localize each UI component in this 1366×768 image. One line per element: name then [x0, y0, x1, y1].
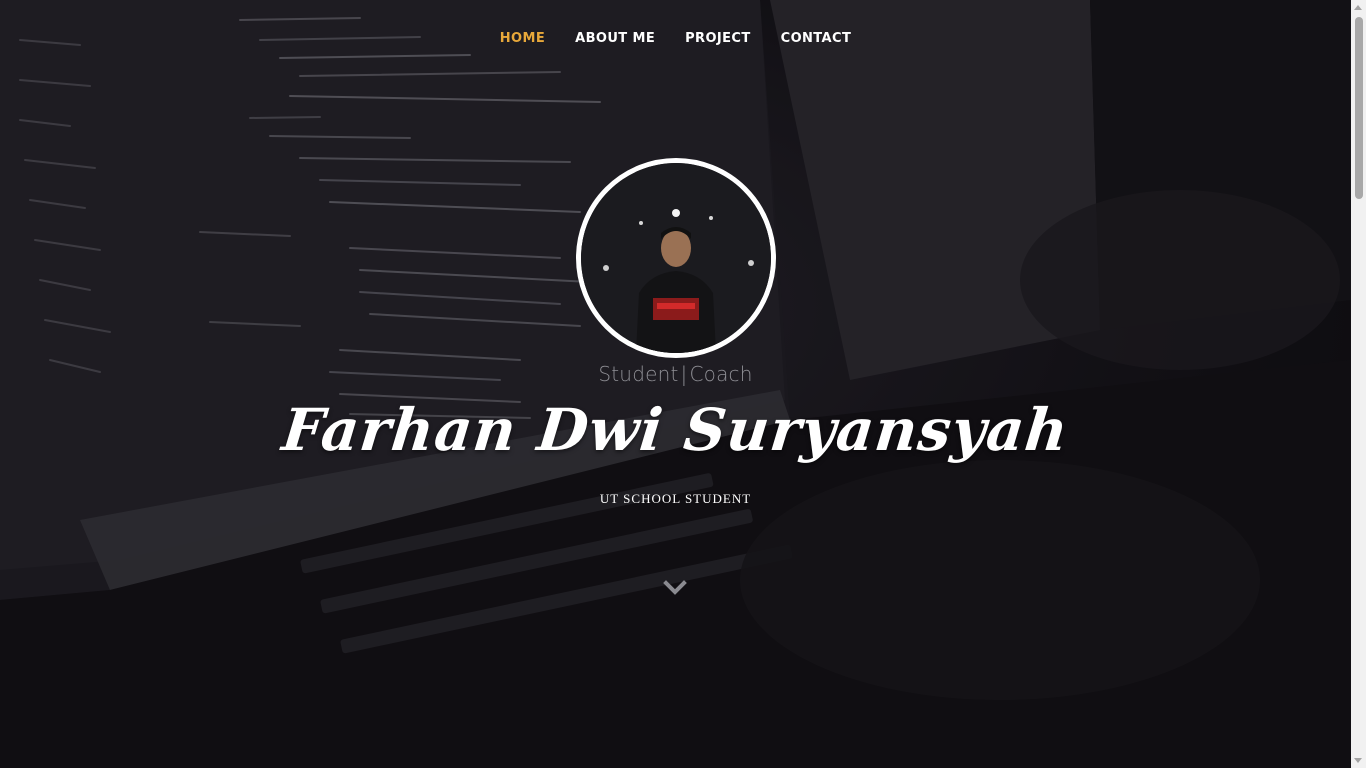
hero-tagline: UT SCHOOL STUDENT [599, 491, 752, 506]
profile-photo [581, 163, 771, 353]
main-nav: HOME ABOUT ME PROJECT CONTACT [0, 30, 1351, 48]
hero-name: Farhan Dwi Suryansyah [278, 396, 1073, 464]
profile-avatar [576, 158, 776, 358]
nav-item-project[interactable]: PROJECT [670, 30, 766, 48]
role-separator: | [680, 362, 688, 386]
nav-item-home[interactable]: HOME [485, 30, 560, 48]
role-coach: Coach [689, 362, 753, 386]
nav-item-about-me[interactable]: ABOUT ME [560, 30, 670, 48]
roles-line: Student | Coach [0, 362, 1351, 386]
scrollbar-thumb[interactable] [1355, 17, 1363, 199]
role-student: Student [598, 362, 679, 386]
nav-item-contact[interactable]: CONTACT [766, 30, 867, 48]
page-scrollbar[interactable] [1351, 0, 1366, 768]
chevron-down-icon[interactable] [663, 578, 687, 598]
scroll-down-arrow-icon[interactable] [1354, 758, 1362, 763]
scroll-up-arrow-icon[interactable] [1354, 5, 1362, 10]
